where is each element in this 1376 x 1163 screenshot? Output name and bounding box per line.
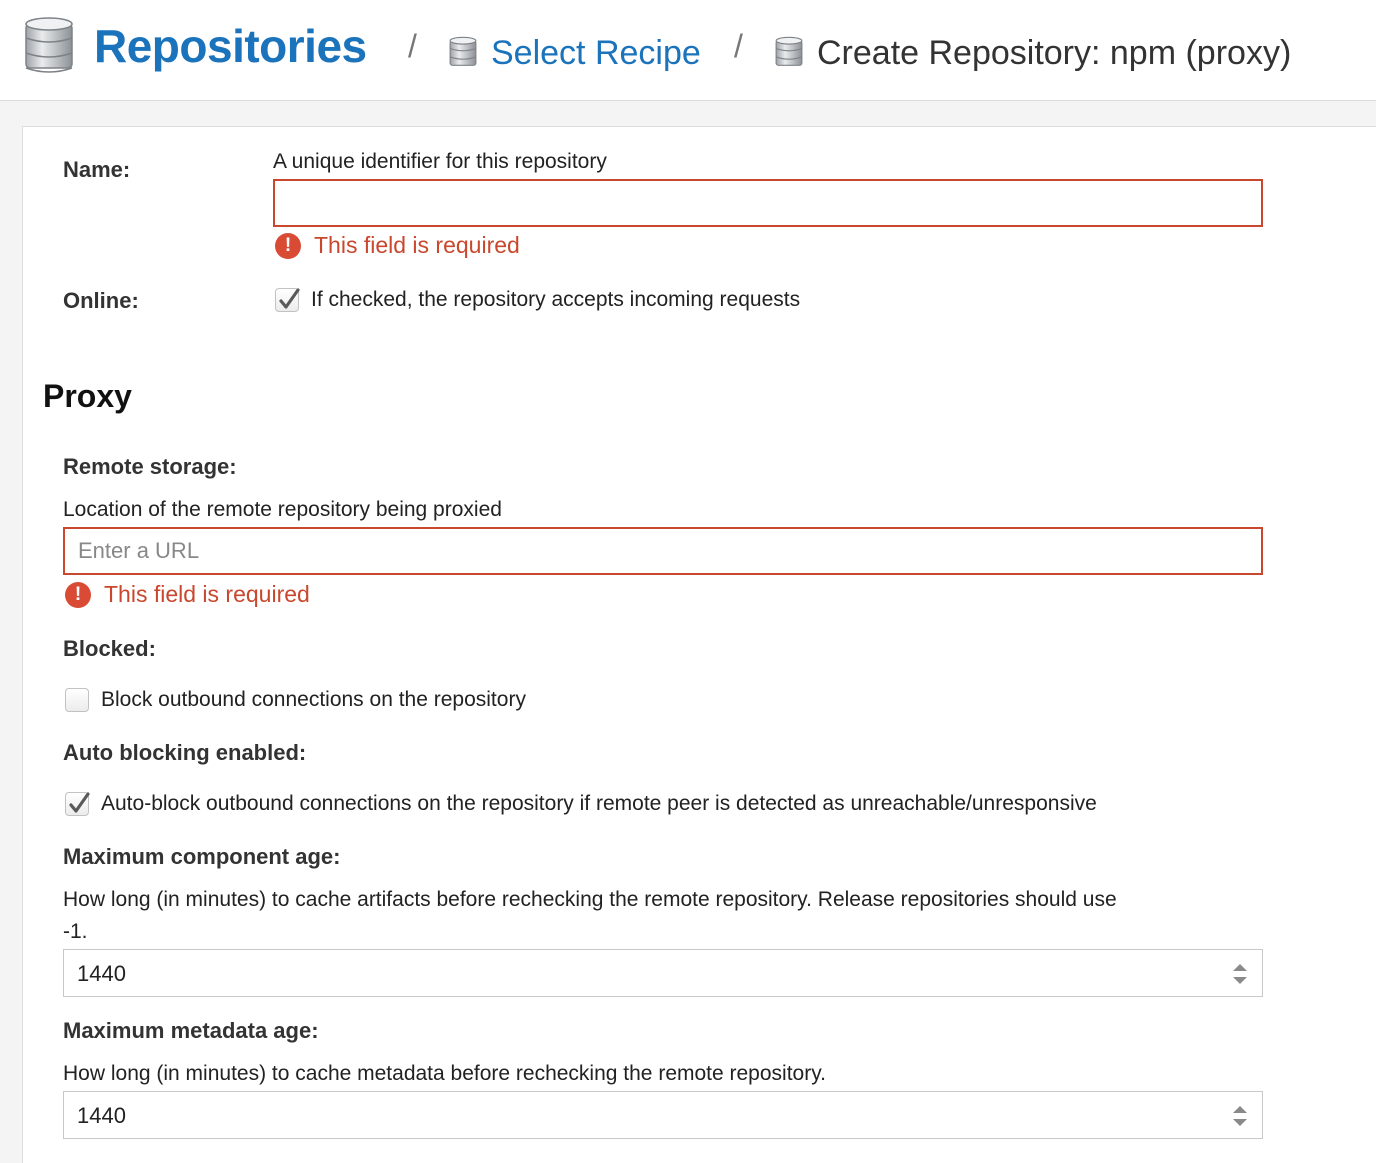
blocked-label: Blocked: bbox=[63, 636, 156, 661]
auto-blocking-label: Auto blocking enabled: bbox=[63, 740, 307, 765]
online-help: If checked, the repository accepts incom… bbox=[311, 288, 801, 311]
breadcrumb-create-repository: Create Repository: npm (proxy) bbox=[775, 33, 1291, 73]
breadcrumb-step2-label[interactable]: Select Recipe bbox=[491, 33, 701, 73]
max-component-age-value: 1440 bbox=[77, 961, 126, 986]
blocked-checkbox-row: Block outbound connections on the reposi… bbox=[65, 688, 526, 712]
exclamation-circle-icon: ! bbox=[275, 232, 301, 259]
repository-form: Name: A unique identifier for this repos… bbox=[22, 126, 1376, 1163]
remote-storage-error-text: This field is required bbox=[104, 581, 310, 607]
breadcrumb: Repositories / Select Recipe / Create Re… bbox=[0, 0, 1376, 101]
online-label: Online: bbox=[63, 288, 139, 313]
remote-storage-url-input[interactable] bbox=[63, 527, 1263, 575]
spinner-arrows-icon[interactable] bbox=[1230, 1103, 1250, 1129]
auto-blocking-checkbox-row: Auto-block outbound connections on the r… bbox=[65, 792, 1097, 816]
max-component-age-input[interactable]: 1440 bbox=[63, 949, 1263, 997]
auto-blocking-help: Auto-block outbound connections on the r… bbox=[101, 792, 1097, 815]
max-metadata-age-label: Maximum metadata age: bbox=[63, 1018, 319, 1043]
remote-storage-help: Location of the remote repository being … bbox=[63, 498, 502, 521]
exclamation-circle-icon: ! bbox=[65, 581, 91, 608]
online-checkbox[interactable] bbox=[275, 288, 300, 312]
breadcrumb-step3-label: Create Repository: npm (proxy) bbox=[817, 34, 1292, 72]
blocked-checkbox[interactable] bbox=[65, 688, 89, 712]
name-help: A unique identifier for this repository bbox=[273, 150, 607, 173]
max-metadata-age-help: How long (in minutes) to cache metadata … bbox=[63, 1062, 826, 1085]
breadcrumb-separator: / bbox=[408, 28, 417, 64]
name-error: ! This field is required bbox=[275, 232, 520, 259]
max-component-age-help-line1: How long (in minutes) to cache artifacts… bbox=[63, 888, 1117, 911]
database-icon bbox=[25, 17, 73, 73]
breadcrumb-root-label[interactable]: Repositories bbox=[94, 16, 367, 76]
blocked-help: Block outbound connections on the reposi… bbox=[101, 688, 526, 711]
name-label: Name: bbox=[63, 157, 131, 182]
max-component-age-label: Maximum component age: bbox=[63, 844, 341, 869]
checkmark-icon bbox=[69, 792, 90, 813]
checkmark-icon bbox=[279, 288, 300, 309]
online-checkbox-row: If checked, the repository accepts incom… bbox=[275, 288, 800, 312]
name-error-text: This field is required bbox=[314, 232, 520, 258]
remote-storage-label: Remote storage: bbox=[63, 454, 237, 479]
max-metadata-age-value: 1440 bbox=[77, 1103, 126, 1128]
database-icon bbox=[449, 36, 477, 66]
proxy-section-title: Proxy bbox=[43, 378, 132, 414]
name-input[interactable] bbox=[273, 179, 1263, 227]
max-metadata-age-input[interactable]: 1440 bbox=[63, 1091, 1263, 1139]
breadcrumb-separator: / bbox=[734, 28, 743, 64]
database-icon bbox=[775, 36, 803, 66]
max-component-age-help-line2: -1. bbox=[63, 920, 88, 943]
spinner-arrows-icon[interactable] bbox=[1230, 961, 1250, 987]
breadcrumb-select-recipe[interactable]: Select Recipe bbox=[449, 33, 701, 73]
auto-blocking-checkbox[interactable] bbox=[65, 792, 90, 816]
breadcrumb-repositories[interactable]: Repositories bbox=[24, 16, 367, 76]
remote-storage-error: ! This field is required bbox=[65, 581, 310, 608]
